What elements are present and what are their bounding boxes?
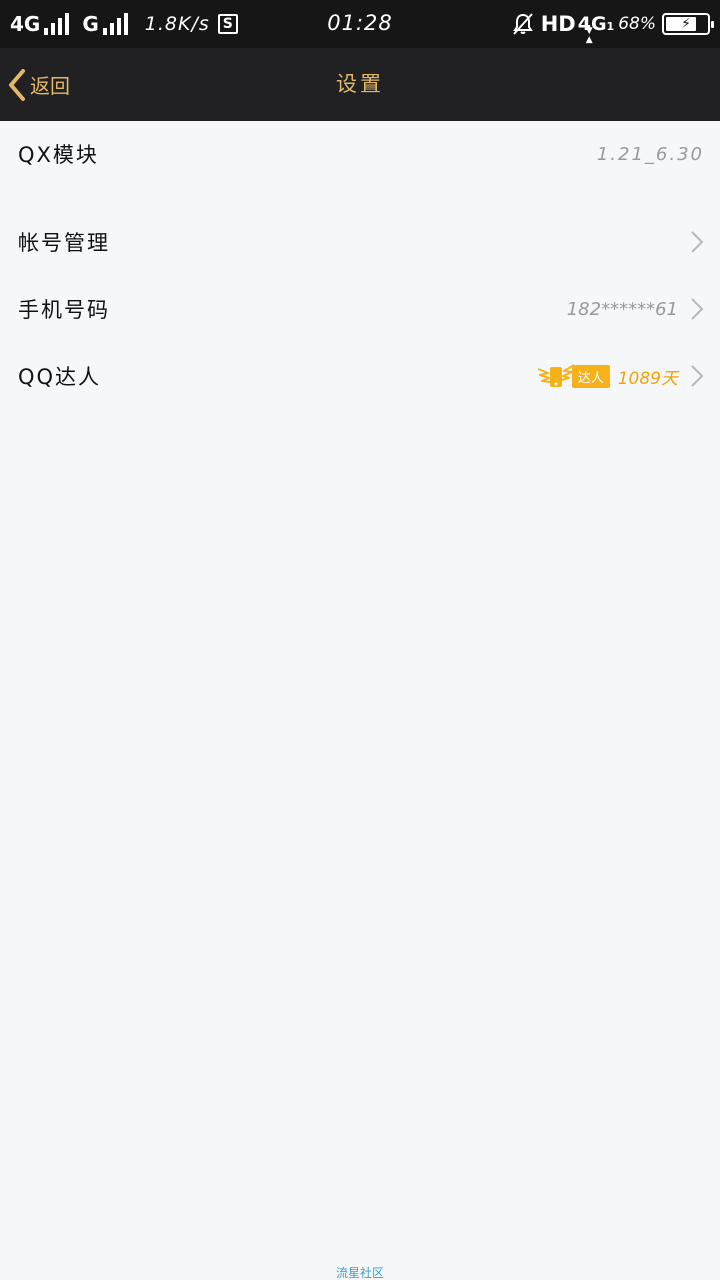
account-management-label: 帐号管理 xyxy=(18,231,110,255)
chevron-right-icon xyxy=(691,231,704,253)
nav-bar: 设置 返回 xyxy=(0,48,720,121)
data-arrows-icon: ▼ ▲ xyxy=(585,26,593,45)
qx-module-row: QX模块 1.21_6.30 xyxy=(0,121,720,187)
qx-module-label: QX模块 xyxy=(18,143,99,167)
battery-icon: ⚡ xyxy=(662,13,714,35)
s-app-icon: S xyxy=(217,14,238,34)
back-label: 返回 xyxy=(30,74,70,98)
status-left: 4G G 1.8K/s S xyxy=(10,0,238,48)
hd-label: HD xyxy=(540,12,576,36)
back-chevron-icon xyxy=(9,68,25,101)
status-right: HD 4G1 ▼ ▲ 68% ⚡ xyxy=(511,0,714,48)
talent-info: 达人 1089天 xyxy=(536,361,678,391)
qx-module-version: 1.21_6.30 xyxy=(596,143,704,165)
phone-number-label: 手机号码 xyxy=(18,298,110,322)
watermark-text: 流星社区 xyxy=(335,1266,384,1280)
talent-badge: 达人 xyxy=(571,364,610,388)
network-label-2: G xyxy=(82,12,99,36)
qq-talent-row[interactable]: QQ达人 达人 1089天 xyxy=(0,343,720,409)
signal-strength-icon-2 xyxy=(102,13,131,35)
mute-icon xyxy=(512,13,533,35)
qq-talent-label: QQ达人 xyxy=(18,365,102,389)
account-management-row[interactable]: 帐号管理 xyxy=(0,209,720,275)
chevron-right-icon xyxy=(691,298,704,320)
status-bar: 4G G 1.8K/s S 01:28 HD 4G1 ▼ ▲ 68% ⚡ xyxy=(0,0,720,48)
network-speed: 1.8K/s xyxy=(144,13,210,35)
charging-icon: ⚡ xyxy=(681,16,691,32)
phone-number-value: 182******61 xyxy=(566,298,678,320)
page-title: 设置 xyxy=(336,72,384,96)
chevron-right-icon xyxy=(691,365,704,387)
back-button[interactable]: 返回 xyxy=(6,48,70,121)
talent-days: 1089天 xyxy=(617,368,678,389)
network-4g-label: 4G1 ▼ ▲ xyxy=(578,13,615,45)
talent-wing-icon xyxy=(537,364,575,387)
phone-number-row[interactable]: 手机号码 182******61 xyxy=(0,276,720,342)
battery-percent: 68% xyxy=(618,14,656,34)
signal-strength-icon xyxy=(44,13,72,35)
network-4g-sub: 1 xyxy=(606,20,615,33)
network-label-1: 4G xyxy=(10,12,41,36)
